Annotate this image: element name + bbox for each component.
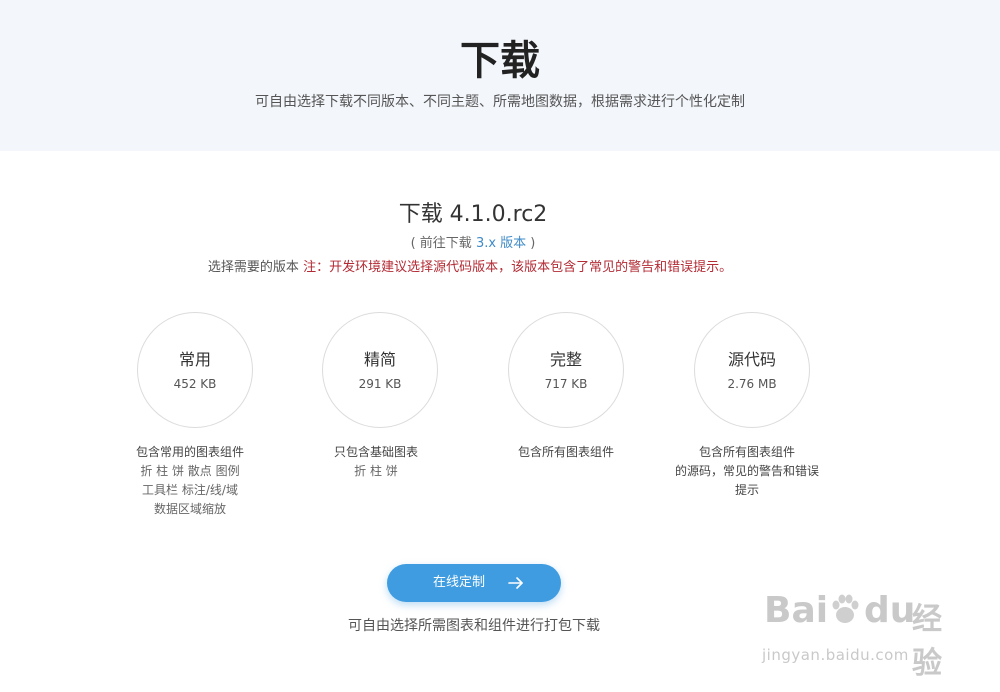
choose-version-line: 选择需要的版本 注：开发环境建议选择源代码版本，该版本包含了常见的警告和错误提示… bbox=[0, 259, 940, 277]
package-name: 常用 bbox=[178, 350, 211, 369]
page-subtitle: 可自由选择下载不同版本、不同主题、所需地图数据，根据需求进行个性化定制 bbox=[255, 94, 745, 110]
package-simple-desc: 只包含基础图表 折 柱 饼 bbox=[276, 443, 476, 481]
dev-note: 注：开发环境建议选择源代码版本，该版本包含了常见的警告和错误提示。 bbox=[303, 260, 733, 275]
custom-subtitle: 可自由选择所需图表和组件进行打包下载 bbox=[348, 618, 600, 634]
package-desc: 只包含基础图表 bbox=[333, 445, 418, 459]
package-size: 291 KB bbox=[358, 377, 402, 391]
package-source-button[interactable]: 源代码 2.76 MB bbox=[694, 312, 810, 428]
online-custom-label: 在线定制 bbox=[432, 575, 485, 590]
hero-banner: 下载 可自由选择下载不同版本、不同主题、所需地图数据，根据需求进行个性化定制 bbox=[0, 0, 1000, 151]
package-detail: 工具栏 标注/线/域 bbox=[142, 483, 238, 497]
package-size: 452 KB bbox=[173, 377, 217, 391]
package-detail: 折 柱 饼 bbox=[354, 464, 398, 478]
legacy-version-link[interactable]: 3.x 版本 bbox=[476, 236, 526, 251]
version-link-line: ( 前往下载 3.x 版本 ) bbox=[0, 235, 946, 253]
package-desc: 包含所有图表组件 bbox=[698, 445, 795, 459]
package-common-button[interactable]: 常用 452 KB bbox=[137, 312, 253, 428]
package-detail: 折 柱 饼 散点 图例 bbox=[140, 464, 240, 478]
package-detail: 提示 bbox=[734, 483, 759, 497]
package-name: 完整 bbox=[549, 350, 582, 369]
package-size: 717 KB bbox=[544, 377, 588, 391]
version-title: 下载 4.1.0.rc2 bbox=[398, 202, 548, 227]
arrow-right-icon bbox=[508, 577, 523, 589]
package-common-desc: 包含常用的图表组件 折 柱 饼 散点 图例 工具栏 标注/线/域 数据区域缩放 bbox=[90, 443, 290, 519]
package-full-desc: 包含所有图表组件 bbox=[466, 443, 666, 462]
package-simple-button[interactable]: 精简 291 KB bbox=[322, 312, 438, 428]
package-full-button[interactable]: 完整 717 KB bbox=[508, 312, 624, 428]
online-custom-button[interactable]: 在线定制 bbox=[387, 564, 561, 602]
choose-label: 选择需要的版本 bbox=[207, 260, 304, 275]
link-prefix: ( 前往下载 bbox=[410, 236, 476, 251]
package-detail: 的源码，常见的警告和错误 bbox=[674, 464, 819, 478]
watermark-brand-cn: 经验 bbox=[912, 602, 942, 681]
page-title: 下载 bbox=[460, 38, 540, 84]
package-source-desc: 包含所有图表组件 的源码，常见的警告和错误 提示 bbox=[647, 443, 847, 500]
package-detail: 数据区域缩放 bbox=[153, 502, 226, 516]
watermark-url: jingyan.baidu.com bbox=[762, 646, 909, 664]
link-suffix: ) bbox=[526, 236, 536, 251]
package-desc: 包含所有图表组件 bbox=[517, 445, 614, 459]
package-desc: 包含常用的图表组件 bbox=[135, 445, 244, 459]
package-name: 源代码 bbox=[727, 350, 776, 369]
package-size: 2.76 MB bbox=[727, 377, 777, 391]
package-name: 精简 bbox=[363, 350, 396, 369]
